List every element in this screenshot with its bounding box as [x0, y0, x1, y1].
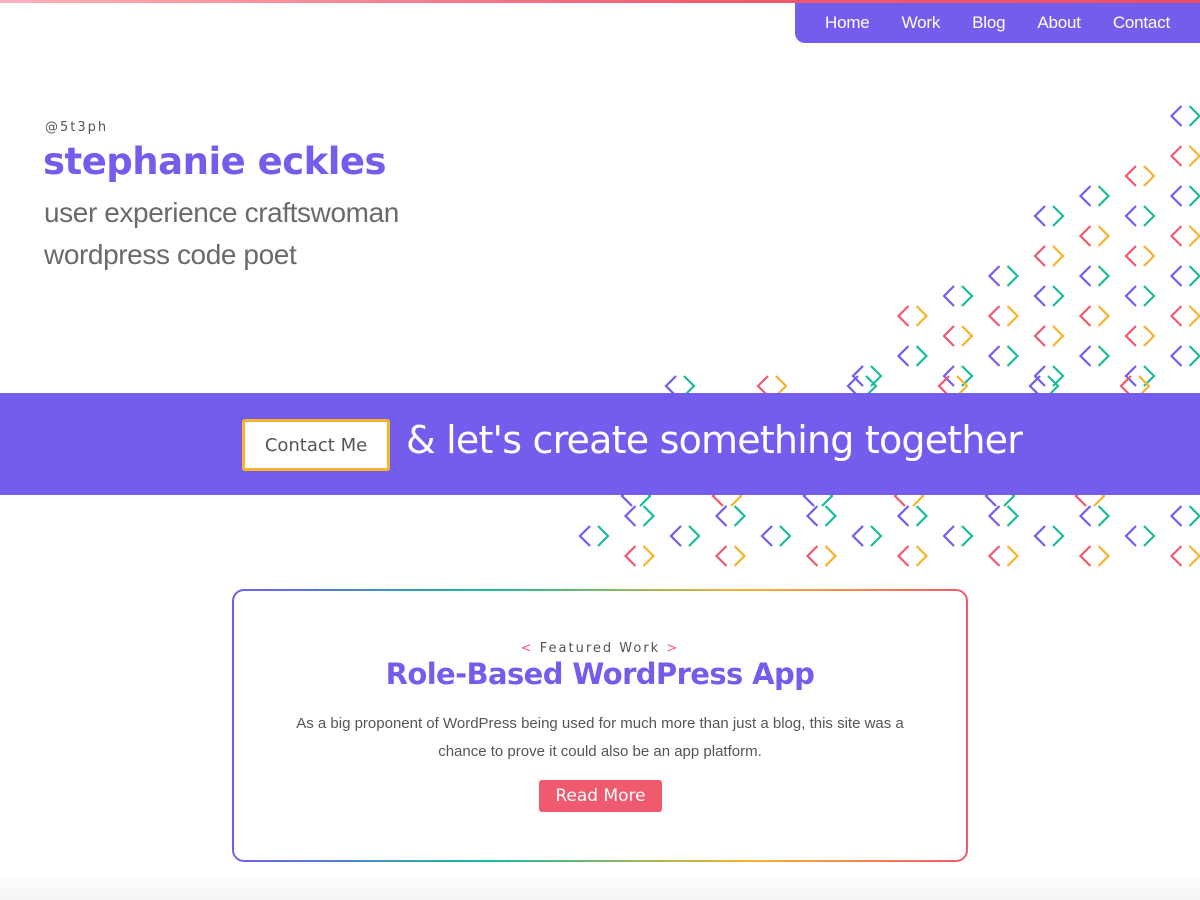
code-brackets-icon: [987, 345, 1020, 367]
code-brackets-icon: [1124, 165, 1156, 187]
code-brackets-icon: [1169, 185, 1200, 207]
code-brackets-icon: [942, 525, 974, 547]
twitter-handle: @5t3ph: [45, 120, 109, 135]
eyebrow-open-bracket: <: [520, 641, 534, 656]
code-brackets-icon: [1033, 205, 1065, 227]
code-brackets-icon: [1169, 545, 1200, 567]
code-brackets-icon: [1169, 225, 1200, 247]
code-brackets-icon: [987, 305, 1020, 327]
featured-work-card: < Featured Work > Role-Based WordPress A…: [232, 589, 968, 862]
code-brackets-icon: [896, 505, 929, 527]
code-brackets-icon: [578, 525, 610, 547]
eyebrow-close-bracket: >: [666, 641, 680, 656]
code-brackets-icon: [1169, 305, 1200, 327]
code-brackets-icon: [1078, 265, 1111, 287]
bottom-shadow: [0, 872, 1200, 900]
code-brackets-icon: [760, 525, 792, 547]
featured-work-card-inner: < Featured Work > Role-Based WordPress A…: [234, 591, 966, 860]
featured-work-description: As a big proponent of WordPress being us…: [296, 715, 904, 760]
code-brackets-icon: [714, 505, 747, 527]
code-brackets-icon: [1124, 245, 1156, 267]
code-brackets-icon: [851, 525, 883, 547]
code-brackets-icon: [1033, 325, 1065, 347]
code-brackets-icon: [1169, 505, 1200, 527]
nav-home[interactable]: Home: [825, 13, 870, 33]
call-to-action-text: & let's create something together: [406, 418, 1023, 462]
code-brackets-icon: [1124, 205, 1156, 227]
main-navigation: Home Work Blog About Contact: [795, 3, 1200, 43]
code-brackets-icon: [1078, 225, 1111, 247]
code-brackets-icon: [987, 505, 1020, 527]
code-brackets-icon: [1033, 525, 1065, 547]
code-brackets-icon: [669, 525, 701, 547]
code-brackets-icon: [714, 545, 747, 567]
code-brackets-icon: [1078, 305, 1111, 327]
code-brackets-icon: [896, 345, 929, 367]
code-brackets-icon: [896, 305, 929, 327]
code-brackets-icon: [1078, 545, 1111, 567]
code-brackets-icon: [987, 265, 1020, 287]
code-brackets-icon: [942, 285, 974, 307]
featured-work-eyebrow: < Featured Work >: [234, 641, 966, 656]
code-brackets-icon: [896, 545, 929, 567]
code-brackets-icon: [987, 545, 1020, 567]
tagline-primary: user experience craftswoman: [44, 197, 399, 228]
eyebrow-label: Featured Work: [539, 641, 661, 656]
nav-blog[interactable]: Blog: [972, 13, 1005, 33]
nav-about[interactable]: About: [1037, 13, 1081, 33]
code-brackets-icon: [1033, 285, 1065, 307]
tagline-secondary: wordpress code poet: [44, 239, 297, 270]
code-brackets-icon: [1169, 345, 1200, 367]
code-brackets-icon: [805, 505, 838, 527]
nav-work[interactable]: Work: [902, 13, 941, 33]
code-brackets-icon: [1078, 345, 1111, 367]
read-more-button[interactable]: Read More: [539, 780, 662, 812]
code-brackets-icon: [1169, 105, 1200, 127]
code-brackets-icon: [1124, 525, 1156, 547]
code-brackets-icon: [1124, 285, 1156, 307]
code-brackets-icon: [1169, 145, 1200, 167]
code-brackets-icon: [623, 505, 656, 527]
code-brackets-icon: [1033, 245, 1065, 267]
code-brackets-icon: [1078, 185, 1111, 207]
contact-me-button[interactable]: Contact Me: [242, 419, 390, 471]
featured-work-title: Role-Based WordPress App: [385, 657, 815, 691]
code-brackets-icon: [1078, 505, 1111, 527]
code-brackets-icon: [1124, 325, 1156, 347]
code-brackets-icon: [1169, 265, 1200, 287]
code-brackets-icon: [623, 545, 656, 567]
code-brackets-icon: [805, 545, 838, 567]
site-owner-name: stephanie eckles: [43, 140, 387, 183]
code-brackets-icon: [942, 325, 974, 347]
nav-contact[interactable]: Contact: [1113, 13, 1170, 33]
